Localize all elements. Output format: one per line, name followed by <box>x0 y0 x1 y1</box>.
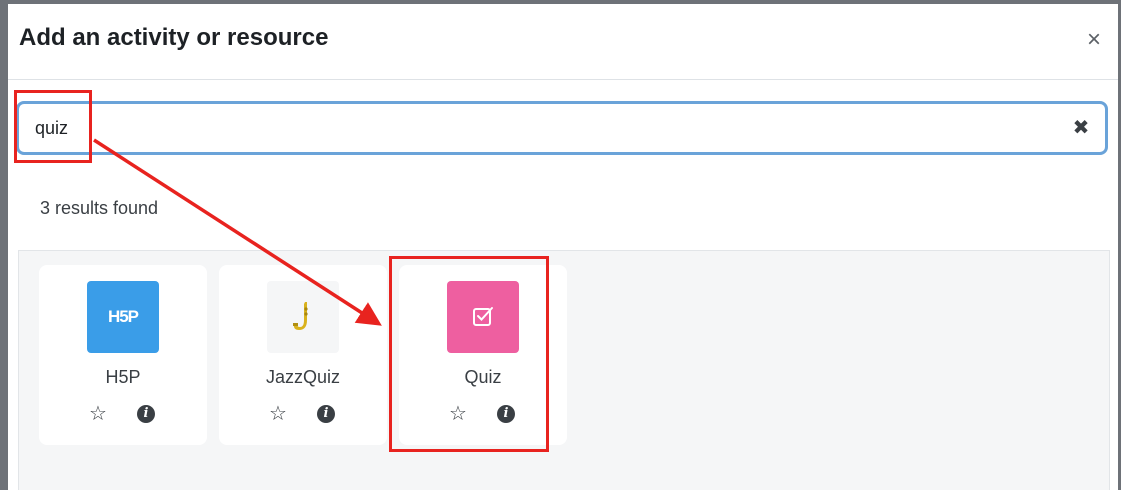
star-icon[interactable]: ☆ <box>87 403 109 425</box>
info-icon[interactable]: i <box>137 405 155 423</box>
saxophone-icon <box>267 281 339 353</box>
activity-label: H5P <box>105 367 141 387</box>
card-actions: ☆ i <box>219 403 387 427</box>
info-icon[interactable]: i <box>497 405 515 423</box>
h5p-icon: H5P <box>87 281 159 353</box>
add-activity-dialog: Add an activity or resource × ✖ 3 result… <box>8 4 1118 490</box>
close-icon[interactable]: × <box>1082 28 1106 52</box>
card-actions: ☆ i <box>399 403 567 427</box>
dialog-title: Add an activity or resource <box>19 24 329 51</box>
dialog-header: Add an activity or resource × <box>8 4 1118 80</box>
checkbox-glyph <box>473 307 493 326</box>
activity-label: JazzQuiz <box>265 367 341 387</box>
quiz-checkbox-icon <box>447 281 519 353</box>
activity-card-jazzquiz[interactable]: JazzQuiz ☆ i <box>219 265 387 445</box>
card-actions: ☆ i <box>39 403 207 427</box>
info-icon[interactable]: i <box>317 405 335 423</box>
clear-search-icon[interactable]: ✖ <box>1069 116 1093 140</box>
activity-card-quiz[interactable]: Quiz ☆ i <box>399 265 567 445</box>
results-count: 3 results found <box>40 198 159 218</box>
star-icon[interactable]: ☆ <box>267 403 289 425</box>
results-list: H5P H5P ☆ i JazzQuiz ☆ i Quiz ☆ i <box>18 250 1110 490</box>
search-box: ✖ <box>16 101 1108 155</box>
search-input[interactable] <box>35 104 1035 152</box>
activity-card-h5p[interactable]: H5P H5P ☆ i <box>39 265 207 445</box>
star-icon[interactable]: ☆ <box>447 403 469 425</box>
saxophone-glyph <box>293 302 308 330</box>
activity-label: Quiz <box>464 367 502 387</box>
